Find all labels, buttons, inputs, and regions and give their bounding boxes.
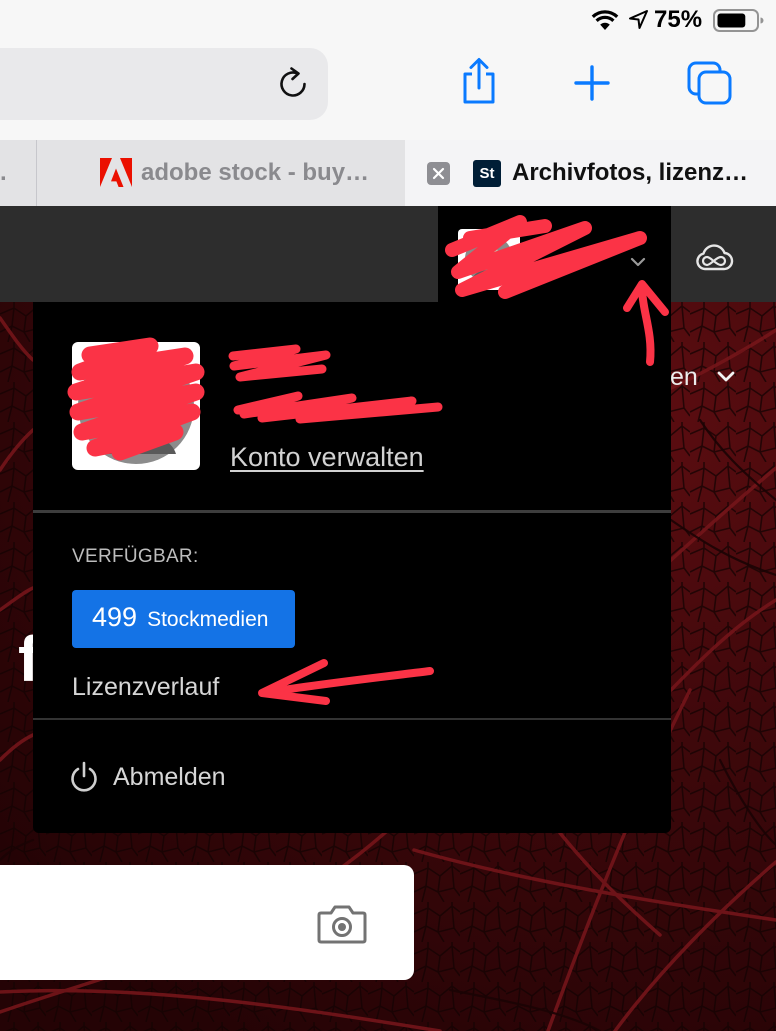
tab-archivfotos[interactable]: St Archivfotos, lizenz…: [405, 140, 776, 206]
divider: [33, 510, 671, 513]
creative-cloud-icon[interactable]: [694, 241, 734, 278]
nav-menu-item[interactable]: en: [670, 363, 735, 390]
site-header: [0, 206, 776, 302]
redacted-user-email: [230, 397, 440, 421]
tab-label: adobe stock - buy…: [141, 159, 370, 186]
avatar: [458, 229, 520, 290]
camera-icon: [316, 903, 368, 945]
browser-chrome: 75%: [0, 0, 776, 140]
redacted-user-name: [230, 347, 330, 377]
tab-bar: . adobe stock - buy… St Archivfotos, liz…: [0, 140, 776, 206]
chevron-down-icon: [717, 363, 735, 388]
tab-label: .: [0, 159, 7, 186]
power-icon: [69, 761, 99, 793]
battery-icon: [713, 9, 764, 37]
available-label: VERFÜGBAR:: [72, 546, 199, 567]
divider: [33, 718, 671, 720]
reload-icon: [276, 65, 310, 106]
tabs-overview-icon: [686, 60, 734, 111]
share-button[interactable]: [458, 57, 500, 110]
adobe-stock-favicon: St: [473, 159, 501, 187]
tab-previous[interactable]: .: [0, 140, 36, 206]
battery-fill: [717, 13, 746, 28]
account-menu: Konto verwalten VERFÜGBAR: 499 Stockmedi…: [33, 302, 671, 833]
wifi-icon: [591, 10, 619, 36]
adobe-logo-icon: [100, 158, 132, 188]
close-tab-button[interactable]: [427, 161, 450, 185]
reload-button[interactable]: [274, 66, 312, 104]
tabs-overview-button[interactable]: [685, 61, 735, 109]
license-history-link[interactable]: Lizenzverlauf: [72, 675, 219, 700]
sign-out-button[interactable]: Abmelden: [69, 760, 226, 794]
chevron-down-icon: [630, 254, 646, 272]
plus-icon: [574, 64, 610, 106]
manage-account-link[interactable]: Konto verwalten: [230, 444, 424, 471]
battery-percent: 75%: [654, 6, 703, 33]
tab-label: Archivfotos, lizenz…: [512, 159, 749, 186]
nav-menu-label: en: [670, 363, 698, 391]
location-arrow-icon: [628, 9, 649, 35]
close-icon: [432, 167, 445, 180]
new-tab-button[interactable]: [573, 64, 611, 106]
tab-adobe-stock[interactable]: adobe stock - buy…: [37, 140, 405, 206]
profile-menu-trigger[interactable]: [438, 206, 671, 302]
profile-avatar: [72, 342, 200, 470]
share-icon: [459, 57, 499, 110]
visual-search-button[interactable]: [316, 903, 368, 945]
credits-unit: Stockmedien: [147, 608, 269, 631]
credits-count: 499: [92, 602, 138, 632]
credits-button[interactable]: 499 Stockmedien: [72, 590, 295, 648]
sign-out-label: Abmelden: [113, 762, 226, 791]
